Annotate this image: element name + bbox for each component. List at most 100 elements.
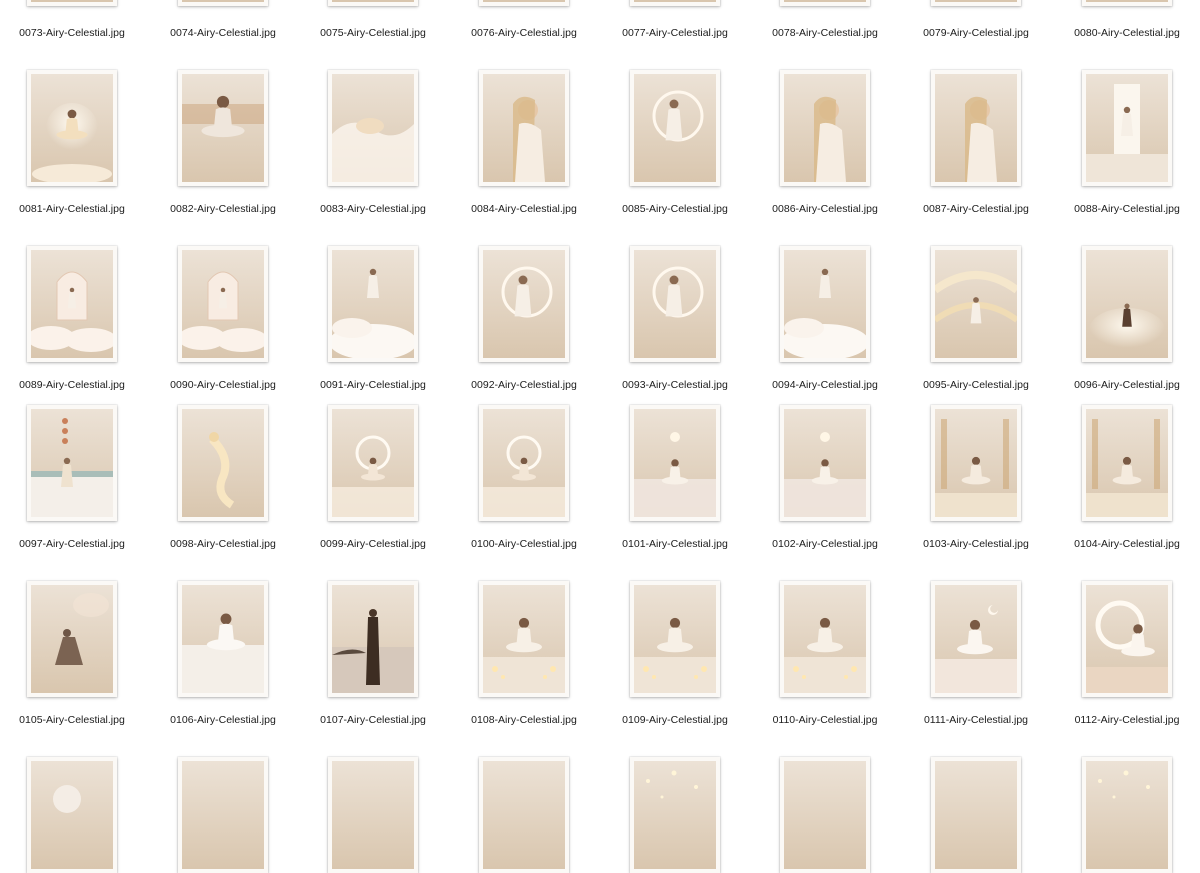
file-name-label[interactable]: 0099-Airy-Celestial.jpg xyxy=(298,538,448,550)
file-name-label[interactable]: 0078-Airy-Celestial.jpg xyxy=(750,27,900,39)
image-file-icon[interactable] xyxy=(1082,405,1172,521)
image-thumbnail xyxy=(332,409,414,517)
file-name-label[interactable]: 0096-Airy-Celestial.jpg xyxy=(1052,379,1200,391)
image-file-icon[interactable] xyxy=(780,757,870,873)
file-name-label[interactable]: 0091-Airy-Celestial.jpg xyxy=(298,379,448,391)
image-file-icon[interactable] xyxy=(931,581,1021,697)
image-file-icon[interactable] xyxy=(328,246,418,362)
file-name-label[interactable]: 0073-Airy-Celestial.jpg xyxy=(0,27,147,39)
file-name-label[interactable]: 0089-Airy-Celestial.jpg xyxy=(0,379,147,391)
file-name-label[interactable]: 0083-Airy-Celestial.jpg xyxy=(298,203,448,215)
image-file-icon[interactable] xyxy=(780,405,870,521)
image-file-icon[interactable] xyxy=(1082,70,1172,186)
file-name-label[interactable]: 0082-Airy-Celestial.jpg xyxy=(148,203,298,215)
image-file-icon[interactable] xyxy=(931,246,1021,362)
file-name-label[interactable]: 0098-Airy-Celestial.jpg xyxy=(148,538,298,550)
image-file-icon[interactable] xyxy=(630,757,720,873)
image-file-icon[interactable] xyxy=(328,70,418,186)
file-name-label[interactable]: 0081-Airy-Celestial.jpg xyxy=(0,203,147,215)
file-name-label[interactable]: 0105-Airy-Celestial.jpg xyxy=(0,714,147,726)
file-name-label[interactable]: 0079-Airy-Celestial.jpg xyxy=(901,27,1051,39)
file-name-label[interactable]: 0100-Airy-Celestial.jpg xyxy=(449,538,599,550)
file-name-label[interactable]: 0108-Airy-Celestial.jpg xyxy=(449,714,599,726)
image-file-icon[interactable] xyxy=(630,246,720,362)
image-thumbnail xyxy=(182,74,264,182)
image-file-icon[interactable] xyxy=(479,246,569,362)
image-file-icon[interactable] xyxy=(630,405,720,521)
image-file-icon[interactable] xyxy=(328,757,418,873)
file-name-label[interactable]: 0074-Airy-Celestial.jpg xyxy=(148,27,298,39)
file-name-label[interactable]: 0097-Airy-Celestial.jpg xyxy=(0,538,147,550)
file-name-label[interactable]: 0111-Airy-Celestial.jpg xyxy=(901,714,1051,726)
image-file-icon[interactable] xyxy=(27,405,117,521)
file-name-label[interactable]: 0088-Airy-Celestial.jpg xyxy=(1052,203,1200,215)
image-file-icon[interactable] xyxy=(931,757,1021,873)
image-file-icon[interactable] xyxy=(178,757,268,873)
image-thumbnail xyxy=(31,74,113,182)
image-file-icon[interactable] xyxy=(178,405,268,521)
file-name-label[interactable]: 0104-Airy-Celestial.jpg xyxy=(1052,538,1200,550)
image-file-icon[interactable] xyxy=(27,581,117,697)
file-name-label[interactable]: 0095-Airy-Celestial.jpg xyxy=(901,379,1051,391)
image-file-icon[interactable] xyxy=(1082,757,1172,873)
image-thumbnail xyxy=(784,409,866,517)
file-name-label[interactable]: 0076-Airy-Celestial.jpg xyxy=(449,27,599,39)
image-file-icon[interactable] xyxy=(328,0,418,6)
file-name-label[interactable]: 0092-Airy-Celestial.jpg xyxy=(449,379,599,391)
image-file-icon[interactable] xyxy=(27,757,117,873)
image-file-icon[interactable] xyxy=(178,0,268,6)
file-name-label[interactable]: 0101-Airy-Celestial.jpg xyxy=(600,538,750,550)
image-file-icon[interactable] xyxy=(479,757,569,873)
file-name-label[interactable]: 0112-Airy-Celestial.jpg xyxy=(1052,714,1200,726)
file-name-label[interactable]: 0094-Airy-Celestial.jpg xyxy=(750,379,900,391)
image-file-icon[interactable] xyxy=(1082,246,1172,362)
file-name-label[interactable]: 0090-Airy-Celestial.jpg xyxy=(148,379,298,391)
file-name-label[interactable]: 0075-Airy-Celestial.jpg xyxy=(298,27,448,39)
image-file-icon[interactable] xyxy=(479,70,569,186)
image-file-icon[interactable] xyxy=(27,0,117,6)
image-file-icon[interactable] xyxy=(479,581,569,697)
image-file-icon[interactable] xyxy=(328,581,418,697)
image-file-icon[interactable] xyxy=(931,70,1021,186)
file-name-label[interactable]: 0102-Airy-Celestial.jpg xyxy=(750,538,900,550)
image-thumbnail xyxy=(483,585,565,693)
file-name-label[interactable]: 0080-Airy-Celestial.jpg xyxy=(1052,27,1200,39)
image-file-icon[interactable] xyxy=(1082,0,1172,6)
file-name-label[interactable]: 0087-Airy-Celestial.jpg xyxy=(901,203,1051,215)
image-file-icon[interactable] xyxy=(479,405,569,521)
image-file-icon[interactable] xyxy=(630,0,720,6)
image-file-icon[interactable] xyxy=(178,70,268,186)
image-thumbnail xyxy=(1086,409,1168,517)
file-name-label[interactable]: 0085-Airy-Celestial.jpg xyxy=(600,203,750,215)
image-thumbnail xyxy=(332,250,414,358)
image-file-icon[interactable] xyxy=(630,581,720,697)
file-name-label[interactable]: 0086-Airy-Celestial.jpg xyxy=(750,203,900,215)
file-name-label[interactable]: 0107-Airy-Celestial.jpg xyxy=(298,714,448,726)
image-file-icon[interactable] xyxy=(630,70,720,186)
file-name-label[interactable]: 0103-Airy-Celestial.jpg xyxy=(901,538,1051,550)
image-file-icon[interactable] xyxy=(178,246,268,362)
file-name-label[interactable]: 0109-Airy-Celestial.jpg xyxy=(600,714,750,726)
image-file-icon[interactable] xyxy=(328,405,418,521)
image-file-icon[interactable] xyxy=(1082,581,1172,697)
image-file-icon[interactable] xyxy=(780,246,870,362)
image-thumbnail xyxy=(483,0,565,2)
image-file-icon[interactable] xyxy=(931,405,1021,521)
file-name-label[interactable]: 0077-Airy-Celestial.jpg xyxy=(600,27,750,39)
image-thumbnail xyxy=(634,74,716,182)
image-file-icon[interactable] xyxy=(178,581,268,697)
image-file-icon[interactable] xyxy=(780,0,870,6)
image-file-icon[interactable] xyxy=(780,70,870,186)
image-thumbnail xyxy=(784,250,866,358)
image-file-icon[interactable] xyxy=(931,0,1021,6)
image-thumbnail xyxy=(31,409,113,517)
image-file-icon[interactable] xyxy=(27,70,117,186)
image-file-icon[interactable] xyxy=(479,0,569,6)
file-name-label[interactable]: 0110-Airy-Celestial.jpg xyxy=(750,714,900,726)
file-name-label[interactable]: 0093-Airy-Celestial.jpg xyxy=(600,379,750,391)
image-file-icon[interactable] xyxy=(27,246,117,362)
file-name-label[interactable]: 0084-Airy-Celestial.jpg xyxy=(449,203,599,215)
image-file-icon[interactable] xyxy=(780,581,870,697)
image-thumbnail xyxy=(1086,585,1168,693)
file-name-label[interactable]: 0106-Airy-Celestial.jpg xyxy=(148,714,298,726)
